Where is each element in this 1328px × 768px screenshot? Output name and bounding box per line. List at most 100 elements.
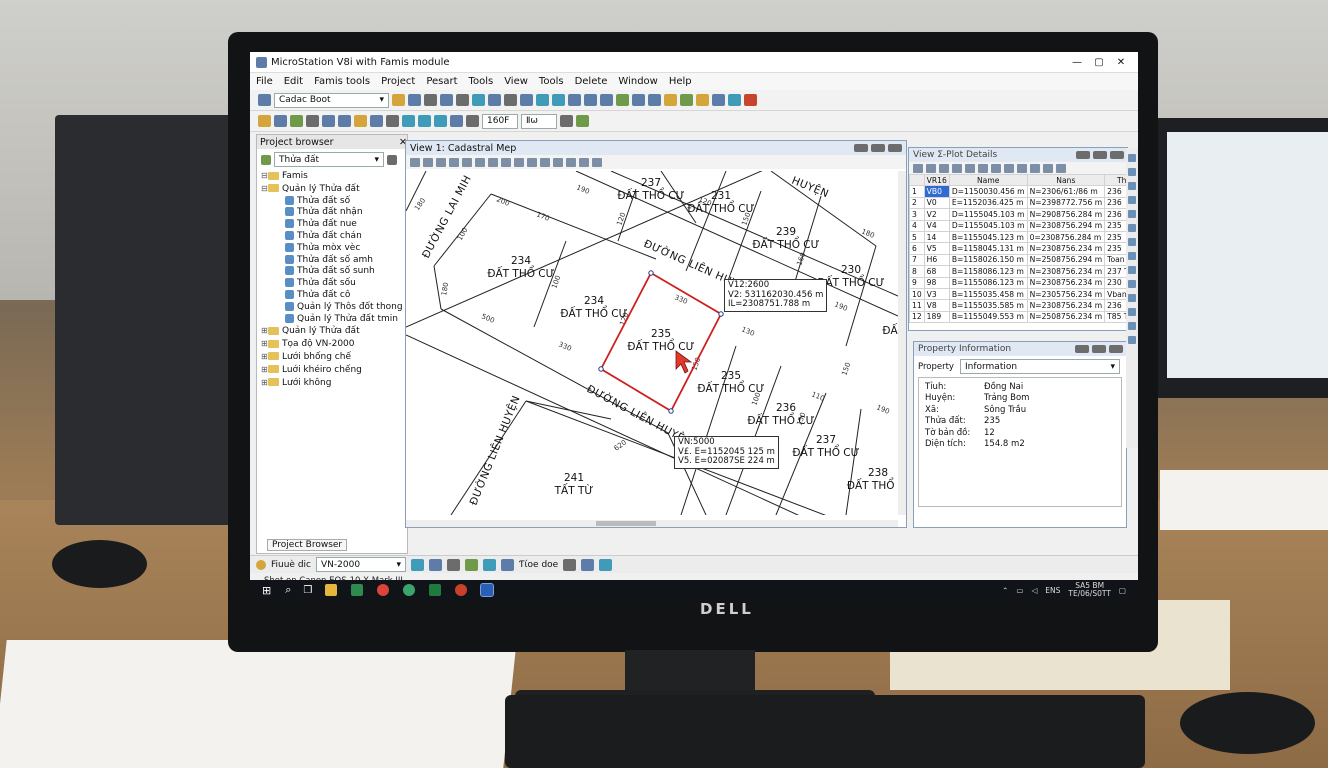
- pan-view-icon[interactable]: [475, 157, 485, 167]
- pan-icon[interactable]: [434, 115, 447, 127]
- menu-item-edit[interactable]: Edit: [284, 76, 303, 87]
- zoom-in-icon[interactable]: [410, 157, 420, 167]
- copy-view-icon[interactable]: [1004, 163, 1014, 173]
- view-attributes-icon[interactable]: [1056, 163, 1066, 173]
- view-horizontal-scrollbar[interactable]: [406, 520, 898, 527]
- snap-icon[interactable]: [472, 94, 485, 106]
- table-row[interactable]: 1 VB0 D=1150030.456 m N=2306/61:/86 m 236: [909, 185, 1138, 198]
- view-close-button[interactable]: [888, 144, 902, 152]
- close-button[interactable]: ✕: [1110, 57, 1132, 68]
- unit-combo[interactable]: Ⅱω: [521, 113, 557, 129]
- copy-view-icon[interactable]: [514, 157, 524, 167]
- lock-icon[interactable]: [465, 558, 478, 571]
- maximize-button[interactable]: ▢: [1088, 57, 1110, 68]
- tree-item[interactable]: ⊞ Tọa độ VN-2000: [261, 338, 407, 351]
- excel-icon[interactable]: [429, 584, 442, 596]
- render-icon[interactable]: [1030, 163, 1040, 173]
- update-view-icon[interactable]: [527, 157, 537, 167]
- level-display-icon[interactable]: [1043, 163, 1053, 173]
- view-previous-icon[interactable]: [488, 157, 498, 167]
- level-display-icon[interactable]: [592, 157, 602, 167]
- line-icon[interactable]: [1128, 266, 1136, 274]
- expand-icon[interactable]: ⊞: [261, 364, 268, 376]
- tree-item[interactable]: Thửa đất sốu: [261, 278, 407, 290]
- fit-view-icon[interactable]: [501, 558, 514, 571]
- panel-minimize-button[interactable]: [1076, 151, 1090, 159]
- redo-icon[interactable]: [456, 94, 469, 106]
- expand-icon[interactable]: ⊞: [261, 338, 268, 350]
- menu-item-view[interactable]: View: [504, 76, 528, 87]
- volume-icon[interactable]: ◁: [1032, 586, 1038, 595]
- expand-icon[interactable]: ⊞: [261, 377, 268, 389]
- menu-item-help[interactable]: Help: [669, 76, 692, 87]
- raster-icon[interactable]: [664, 94, 677, 106]
- grid-icon[interactable]: [488, 94, 501, 106]
- tree-item[interactable]: ⊞ Lưới không: [261, 377, 407, 390]
- tree-item[interactable]: ⊞ Luới khéiro chếng: [261, 364, 407, 377]
- update-view-icon[interactable]: [1017, 163, 1027, 173]
- panel-maximize-button[interactable]: [1093, 151, 1107, 159]
- panel-minimize-button[interactable]: [1075, 345, 1089, 353]
- tree-item[interactable]: Thửa đất nue: [261, 219, 407, 231]
- menu-item-famis-tools[interactable]: Famis tools: [314, 76, 370, 87]
- attribute-icon[interactable]: [1128, 210, 1136, 218]
- menu-item-window[interactable]: Window: [618, 76, 657, 87]
- levels-icon[interactable]: [599, 558, 613, 571]
- view-minimize-button[interactable]: [854, 144, 868, 152]
- expand-icon[interactable]: ⊞: [261, 325, 268, 337]
- search-icon[interactable]: ⌕: [285, 583, 291, 597]
- tree-item[interactable]: Thửa đất số: [261, 195, 407, 208]
- tree-item[interactable]: Thửa đất số amh: [261, 254, 407, 267]
- scale-combo[interactable]: 160F: [482, 113, 518, 129]
- view-previous-icon[interactable]: [978, 163, 988, 173]
- tree-item[interactable]: Quản lý Thôs đốt thong: [261, 301, 407, 314]
- table-row[interactable]: 7H6B=1158026.150 mN=2508756.294 mToan tr…: [909, 253, 1138, 267]
- zoom-in-icon[interactable]: [536, 94, 549, 106]
- table-row[interactable]: 9 98 B=1155086.123 m N=2308756.234 m 230: [909, 276, 1138, 289]
- zoom-in-icon[interactable]: [913, 163, 923, 173]
- tree-item[interactable]: ⊟ Famis: [261, 170, 407, 183]
- snap-mode-icon[interactable]: [411, 558, 424, 571]
- column-header[interactable]: [909, 173, 925, 187]
- cadastral-map[interactable]: 180 200 170 190 100 180 100 120 500 330 …: [406, 171, 898, 515]
- view-settings-icon[interactable]: [563, 558, 577, 571]
- table-icon[interactable]: [632, 94, 645, 106]
- export-icon[interactable]: [728, 94, 741, 106]
- measure-icon[interactable]: [447, 558, 460, 571]
- scale-icon[interactable]: [466, 115, 479, 127]
- rotate-view-icon[interactable]: [584, 94, 597, 106]
- parcel-vertex[interactable]: [598, 366, 604, 372]
- parcel-vertex[interactable]: [648, 270, 654, 276]
- network-icon[interactable]: ▭: [1016, 586, 1023, 595]
- export-icon[interactable]: [1128, 322, 1136, 330]
- zoom-window-icon[interactable]: [402, 115, 415, 127]
- chevron-up-icon[interactable]: ⌃: [1002, 586, 1008, 595]
- pan-view-icon[interactable]: [952, 163, 962, 173]
- tree-item[interactable]: Thửa đất cô: [261, 289, 407, 302]
- print-icon[interactable]: [424, 94, 437, 106]
- zoom-previous-icon[interactable]: [418, 115, 431, 127]
- file-explorer-icon[interactable]: [325, 584, 338, 596]
- text-icon[interactable]: [258, 115, 271, 127]
- chrome-icon[interactable]: [377, 584, 390, 596]
- expand-icon[interactable]: ⊞: [261, 351, 268, 363]
- zoom-in-icon[interactable]: [483, 558, 496, 571]
- snap-icon[interactable]: [1128, 182, 1136, 190]
- crs-combo[interactable]: VN-2000 ▾: [316, 557, 406, 572]
- modify-icon[interactable]: [370, 115, 383, 127]
- store-icon[interactable]: [351, 584, 364, 596]
- menu-item-file[interactable]: File: [256, 76, 273, 87]
- tree-item[interactable]: Thửa đất chán: [261, 230, 407, 243]
- topology-icon[interactable]: [1128, 238, 1136, 246]
- windows-start-icon[interactable]: ⊞: [262, 584, 271, 597]
- zoom-out-icon[interactable]: [926, 163, 936, 173]
- view-attributes-icon[interactable]: [579, 157, 589, 167]
- view-settings-icon[interactable]: [450, 115, 463, 127]
- minimize-button[interactable]: —: [1066, 57, 1088, 68]
- collapse-icon[interactable]: ⊟: [261, 183, 268, 195]
- panel-maximize-button[interactable]: [1092, 345, 1106, 353]
- scroll-thumb[interactable]: [596, 521, 656, 526]
- table-row[interactable]: 2 V0 E=1152036.425 m N=2398772.756 m 236: [909, 196, 1138, 210]
- window-area-icon[interactable]: [436, 157, 446, 167]
- column-header[interactable]: Name: [948, 173, 1028, 187]
